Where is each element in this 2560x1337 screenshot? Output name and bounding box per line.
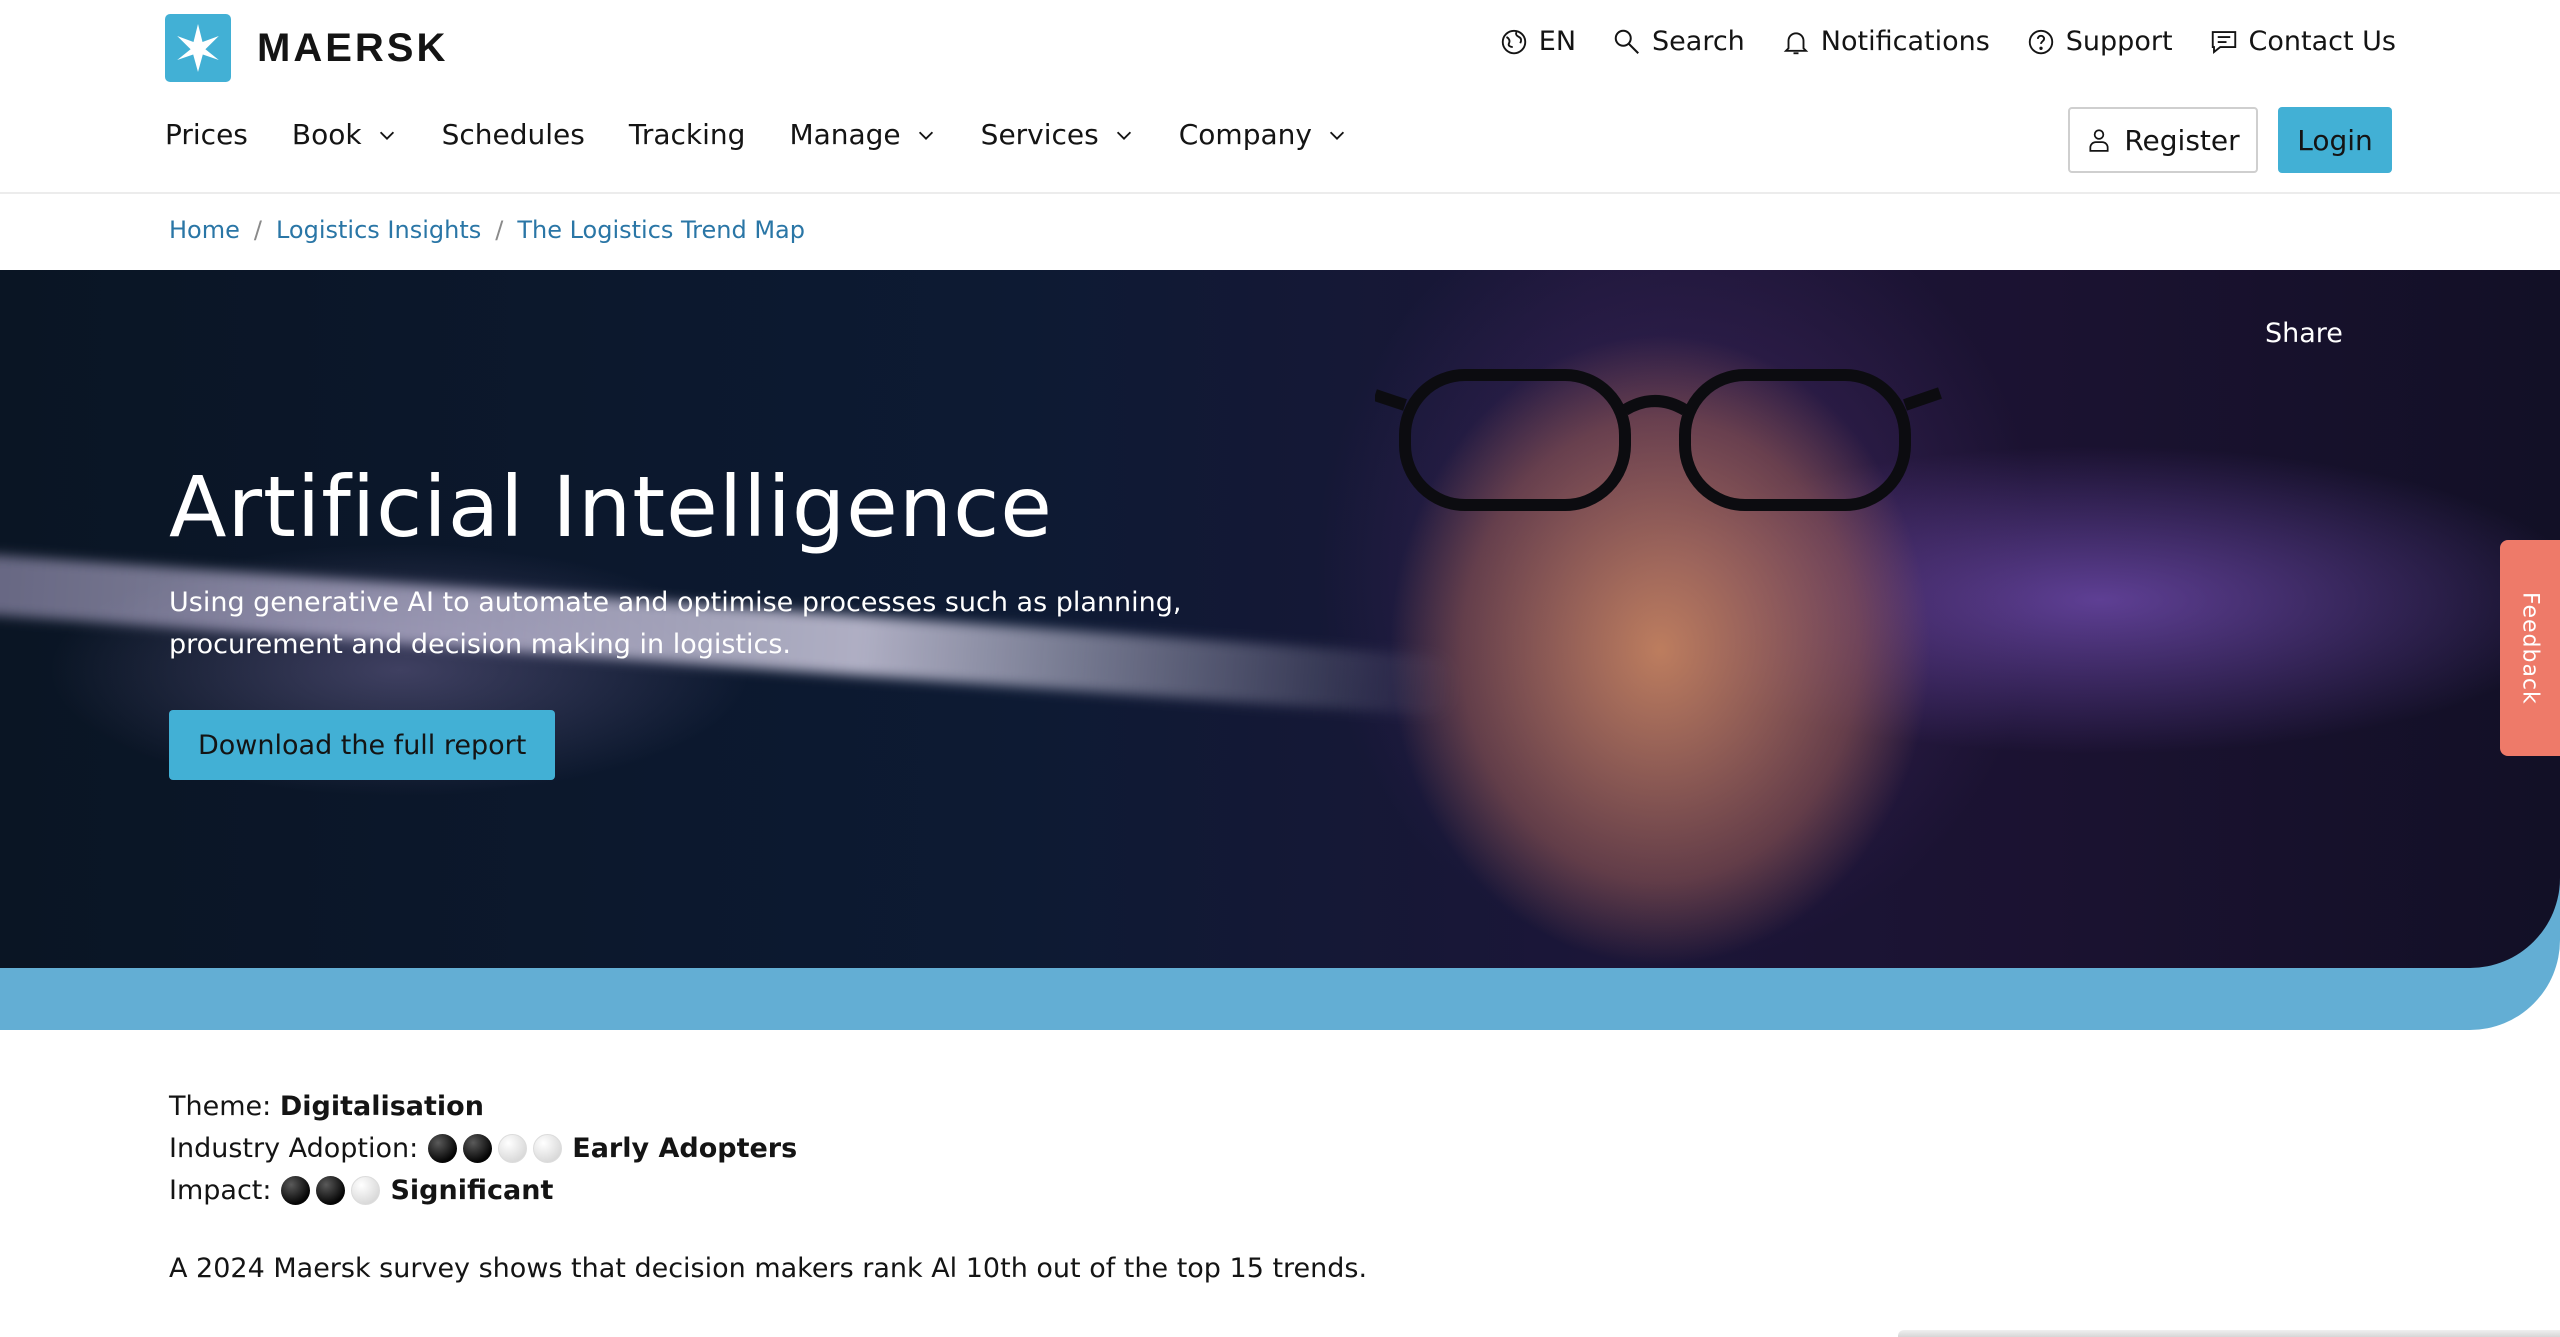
nav-item-tracking[interactable]: Tracking (629, 118, 746, 151)
brand-wordmark: MAERSK (257, 25, 449, 70)
feedback-tab[interactable]: Feedback (2500, 540, 2560, 756)
hero-banner: Share Artificial Intelligence Using gene… (0, 270, 2560, 1030)
bell-icon (1783, 31, 1809, 54)
nav-item-schedules[interactable]: Schedules (442, 118, 585, 151)
nav-item-manage[interactable]: Manage (789, 118, 936, 151)
support-link[interactable]: Support (2026, 26, 2173, 57)
breadcrumb: Home / Logistics Insights / The Logistic… (169, 216, 805, 244)
adoption-rating (428, 1133, 563, 1163)
impact-line: Impact: Significant (169, 1174, 554, 1206)
glasses-illustration (1375, 369, 1942, 511)
impact-value: Significant (390, 1174, 554, 1206)
breadcrumb-trend-map[interactable]: The Logistics Trend Map (517, 216, 805, 244)
register-button[interactable]: Register (2068, 107, 2258, 173)
login-button[interactable]: Login (2278, 107, 2392, 173)
rating-dot-filled (281, 1175, 311, 1205)
nav-item-prices[interactable]: Prices (165, 118, 248, 151)
chevron-down-icon (1329, 131, 1345, 140)
notifications-link[interactable]: Notifications (1781, 26, 1990, 57)
star-icon (165, 14, 231, 82)
search-icon (1614, 29, 1639, 54)
globe-icon (1501, 29, 1526, 54)
chevron-down-icon (918, 131, 933, 140)
theme-line: Theme: Digitalisation (169, 1090, 484, 1122)
download-report-button[interactable]: Download the full report (169, 710, 556, 780)
breadcrumb-separator: / (253, 216, 262, 244)
rating-dot-filled (463, 1133, 493, 1163)
nav-item-company[interactable]: Company (1179, 118, 1348, 151)
chevron-down-icon (1116, 131, 1131, 140)
theme-value: Digitalisation (279, 1090, 484, 1122)
main-nav: Prices Book Schedules Tracking Manage Se… (165, 118, 1348, 151)
user-icon (2089, 129, 2109, 152)
chat-icon (2211, 30, 2236, 54)
rating-dot-filled (316, 1175, 346, 1205)
contact-us-link[interactable]: Contact Us (2209, 26, 2396, 57)
rating-dot-empty (351, 1175, 381, 1205)
search-link[interactable]: Search (1612, 26, 1745, 57)
share-button[interactable]: Share (2265, 318, 2343, 349)
breadcrumb-separator: / (495, 216, 504, 244)
hero-description: Using generative AI to automate and opti… (169, 587, 1182, 660)
feedback-label: Feedback (2517, 591, 2543, 705)
survey-text: A 2024 Maersk survey shows that decision… (169, 1253, 1368, 1284)
rating-dot-filled (428, 1133, 458, 1163)
impact-rating (281, 1175, 381, 1205)
chevron-down-icon (379, 131, 394, 140)
floating-panel-edge (1898, 1330, 2560, 1337)
nav-item-services[interactable]: Services (981, 118, 1135, 151)
utility-nav: EN Search Notifications Support Contact … (1499, 26, 2396, 57)
site-header: MAERSK EN Search Notifications Support C… (0, 0, 2560, 194)
help-circle-icon (2028, 29, 2053, 54)
nav-item-book[interactable]: Book (292, 118, 398, 151)
maersk-logo[interactable]: MAERSK (165, 14, 448, 82)
adoption-line: Industry Adoption: Early Adopters (169, 1132, 798, 1164)
breadcrumb-home[interactable]: Home (169, 216, 240, 244)
breadcrumb-logistics-insights[interactable]: Logistics Insights (276, 216, 481, 244)
page-title: Artificial Intelligence (169, 458, 1053, 556)
rating-dot-empty (533, 1133, 563, 1163)
language-selector[interactable]: EN (1499, 26, 1576, 57)
rating-dot-empty (498, 1133, 528, 1163)
adoption-value: Early Adopters (572, 1132, 798, 1164)
trend-details: Theme: Digitalisation Industry Adoption:… (169, 1085, 1368, 1285)
